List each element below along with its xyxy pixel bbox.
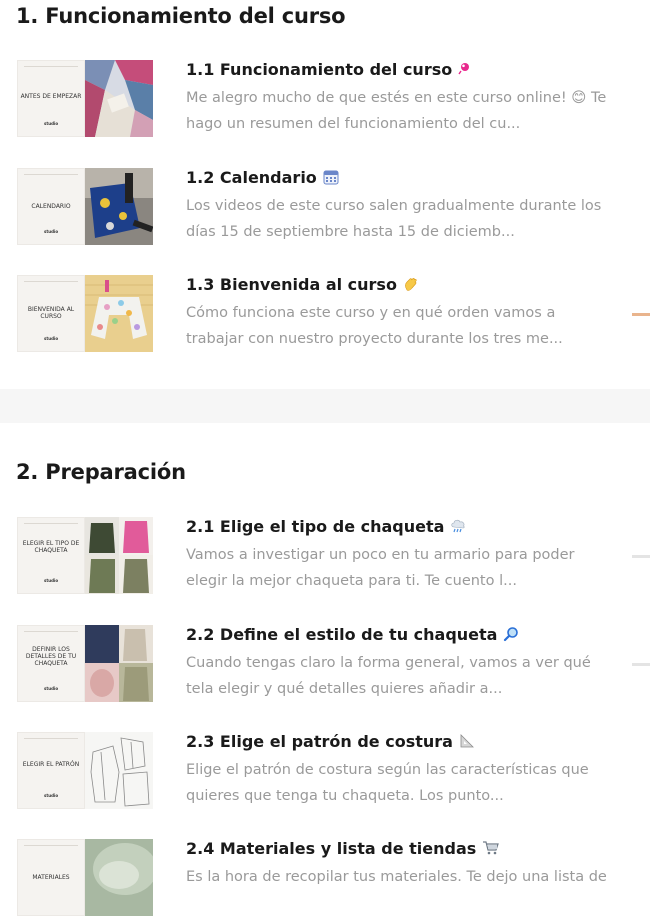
magnifier-icon [503, 626, 519, 646]
thumbnail-label: ELEGIR EL PATRÓN [22, 761, 80, 768]
lesson-thumbnail[interactable]: MATERIALES [17, 839, 153, 916]
brand-logo: studio [43, 793, 59, 798]
calendar-icon [323, 169, 339, 189]
lesson-title[interactable]: 2.1 Elige el tipo de chaqueta [186, 517, 468, 538]
lesson-description: Los videos de este curso salen gradualme… [186, 198, 602, 240]
lesson-thumbnail[interactable]: ELEGIR EL PATRÓN studio [17, 732, 153, 809]
brand-logo: studio [43, 578, 59, 583]
brand-logo: studio [43, 229, 59, 234]
thumbnail-photo [85, 732, 153, 809]
lesson-thumbnail[interactable]: CALENDARIO studio [17, 168, 153, 245]
lesson-title[interactable]: 1.2 Calendario [186, 168, 339, 189]
lesson-title[interactable]: 2.2 Define el estilo de tu chaqueta [186, 625, 519, 646]
lesson-thumbnail[interactable]: BIENVENIDA AL CURSO studio [17, 275, 153, 352]
thumbnail-photo [85, 60, 153, 137]
cloud-rain-icon [450, 518, 468, 538]
lesson-description: Me alegro mucho de que estés en este cur… [186, 90, 607, 132]
lesson-description: Elige el patrón de costura según las car… [186, 762, 589, 804]
thumbnail-photo [85, 625, 153, 702]
lesson-title[interactable]: 1.3 Bienvenida al curso [186, 275, 419, 296]
section-title-2: 2. Preparación [16, 460, 186, 484]
shopping-cart-icon [482, 840, 500, 860]
scroll-indicator [632, 555, 650, 558]
brand-logo: studio [43, 336, 59, 341]
triangle-ruler-icon [459, 733, 475, 753]
waving-hand-icon [403, 276, 419, 296]
lesson-description: Cuando tengas claro la forma general, va… [186, 655, 591, 697]
thumbnail-label: MATERIALES [32, 874, 70, 881]
thumbnail-photo [85, 168, 153, 245]
scroll-indicator [632, 663, 650, 666]
lesson-thumbnail[interactable]: ANTES DE EMPEZAR studio [17, 60, 153, 137]
thumbnail-label: ANTES DE EMPEZAR [20, 93, 82, 100]
brand-logo: studio [43, 121, 59, 126]
lesson-description: Vamos a investigar un poco en tu armario… [186, 547, 575, 589]
lesson-item[interactable]: ELEGIR EL TIPO DE CHAQUETA studio 2.1 El… [17, 517, 637, 594]
lesson-title[interactable]: 1.1 Funcionamiento del curso [186, 60, 472, 80]
lesson-thumbnail[interactable]: DEFINIR LOS DETALLES DE TU CHAQUETA stud… [17, 625, 153, 702]
lesson-item[interactable]: ELEGIR EL PATRÓN studio 2.3 Elige el pat… [17, 732, 637, 809]
thumbnail-label: CALENDARIO [31, 203, 71, 210]
lesson-description: Cómo funciona este curso y en qué orden … [186, 305, 563, 347]
scroll-indicator [632, 313, 650, 316]
lesson-item[interactable]: MATERIALES 2.4 Materiales y lista de tie… [17, 839, 637, 916]
lesson-thumbnail[interactable]: ELEGIR EL TIPO DE CHAQUETA studio [17, 517, 153, 594]
lesson-title[interactable]: 2.4 Materiales y lista de tiendas [186, 839, 500, 860]
brand-logo: studio [43, 686, 59, 691]
section-title-1: 1. Funcionamiento del curso [16, 4, 346, 28]
thumbnail-label: DEFINIR LOS DETALLES DE TU CHAQUETA [25, 646, 77, 667]
lesson-item[interactable]: ANTES DE EMPEZAR studio 1.1 Funcionamien… [17, 60, 637, 137]
lesson-item[interactable]: DEFINIR LOS DETALLES DE TU CHAQUETA stud… [17, 625, 637, 702]
thumbnail-label: BIENVENIDA AL CURSO [27, 306, 75, 320]
thumbnail-photo [85, 517, 153, 594]
thumbnail-label: ELEGIR EL TIPO DE CHAQUETA [22, 540, 80, 554]
lesson-item[interactable]: BIENVENIDA AL CURSO studio 1.3 Bienvenid… [17, 275, 637, 352]
lesson-item[interactable]: CALENDARIO studio 1.2 Calendario Los vid… [17, 168, 637, 245]
sparkle-icon [458, 61, 472, 80]
thumbnail-photo [85, 275, 153, 352]
lesson-title[interactable]: 2.3 Elige el patrón de costura [186, 732, 475, 753]
thumbnail-photo [85, 839, 153, 916]
section-divider [0, 389, 650, 423]
lesson-description: Es la hora de recopilar tus materiales. … [186, 869, 607, 885]
